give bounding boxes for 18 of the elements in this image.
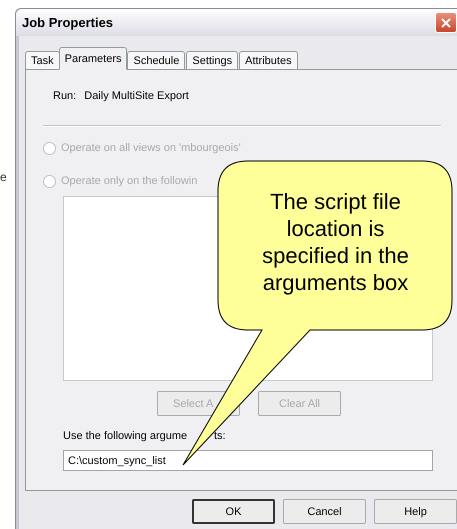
window-title: Job Properties xyxy=(22,15,114,30)
tab[interactable]: Task xyxy=(25,51,60,70)
tab[interactable]: Schedule xyxy=(127,51,186,70)
tab[interactable]: Parameters xyxy=(58,47,128,70)
background-text: e xyxy=(0,170,7,184)
arguments-field[interactable]: C:\custom_sync_list xyxy=(63,450,433,471)
radio-label: Operate only on the followin xyxy=(61,175,198,188)
callout-text: The script file location is specified in the arguments box xyxy=(261,188,410,296)
arguments-label: Use the following argume xyxy=(63,430,188,443)
tab[interactable]: Settings xyxy=(186,51,238,70)
help-button[interactable]: Help xyxy=(374,499,457,524)
arguments-label-end: ts: xyxy=(214,430,227,443)
ok-button[interactable]: OK xyxy=(192,499,275,524)
run-value: Daily MultiSite Export xyxy=(84,90,189,103)
run-label: Run: xyxy=(53,90,76,103)
cancel-button[interactable]: Cancel xyxy=(283,499,366,524)
tab[interactable]: Attributes xyxy=(239,51,298,70)
radio-label: Operate on all views on 'mbourgeois' xyxy=(61,142,241,155)
